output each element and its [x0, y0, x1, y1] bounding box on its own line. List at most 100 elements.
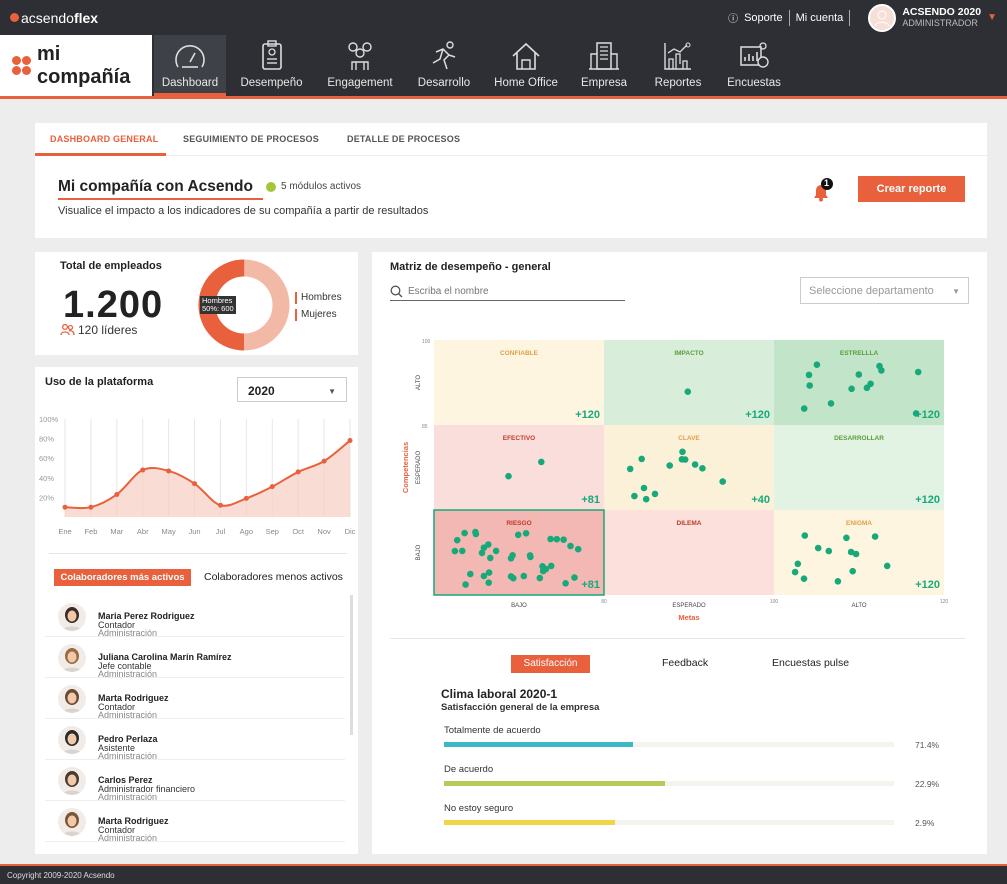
department-select[interactable]: Seleccione departamento ▼	[800, 277, 969, 304]
employee-dot[interactable]	[480, 544, 488, 551]
employee-dot[interactable]	[487, 554, 494, 562]
employee-dot[interactable]	[679, 448, 686, 456]
employee-dot[interactable]	[638, 455, 645, 463]
list-scrollbar[interactable]	[350, 595, 353, 735]
notifications-bell[interactable]: 1	[811, 178, 835, 202]
tab-dashboard-general[interactable]: DASHBOARD GENERAL	[50, 134, 158, 144]
employee-dot[interactable]	[855, 371, 863, 378]
employee-dot[interactable]	[834, 578, 842, 585]
employee-dot[interactable]	[800, 405, 808, 412]
employee-dot[interactable]	[553, 535, 561, 543]
employee-dot[interactable]	[542, 565, 550, 573]
employee-dot[interactable]	[843, 534, 850, 542]
employee-dot[interactable]	[883, 562, 891, 570]
tab-detalle[interactable]: DETALLE DE PROCESOS	[347, 134, 460, 144]
collaborator-row[interactable]: Marta Rodriguez Contador Administración	[45, 678, 345, 720]
help-icon[interactable]: ⓘ	[728, 10, 738, 25]
employee-dot[interactable]	[567, 542, 574, 550]
employee-dot[interactable]	[871, 533, 879, 540]
nav-empresa[interactable]: Empresa	[572, 35, 636, 96]
employee-dot[interactable]	[814, 544, 822, 552]
employee-dot[interactable]	[509, 552, 516, 559]
nav-desempeno[interactable]: Desempeño	[234, 35, 309, 96]
employee-dot[interactable]	[538, 458, 545, 466]
employee-dot[interactable]	[451, 547, 459, 555]
employee-dot[interactable]	[878, 367, 885, 374]
employee-dot[interactable]	[510, 574, 517, 582]
employee-dot[interactable]	[626, 465, 634, 473]
employee-dot[interactable]	[699, 465, 706, 472]
employee-dot[interactable]	[863, 384, 871, 392]
employee-dot[interactable]	[631, 492, 638, 500]
data-point[interactable]	[166, 468, 172, 474]
support-link[interactable]: Soporte	[744, 12, 783, 24]
create-report-button[interactable]: Crear reporte	[858, 176, 965, 202]
data-point[interactable]	[321, 458, 327, 464]
employee-dot[interactable]	[485, 579, 492, 586]
nav-encuestas[interactable]: Encuestas	[720, 35, 788, 96]
data-point[interactable]	[243, 495, 249, 501]
tab-most-active[interactable]: Colaboradores más activos	[54, 569, 191, 586]
data-point[interactable]	[347, 438, 353, 444]
data-point[interactable]	[140, 467, 146, 473]
employee-dot[interactable]	[847, 548, 855, 556]
employee-dot[interactable]	[849, 567, 856, 575]
nav-engagement[interactable]: Engagement	[320, 35, 400, 96]
data-point[interactable]	[192, 481, 198, 487]
employee-dot[interactable]	[571, 574, 578, 581]
employee-dot[interactable]	[562, 580, 569, 587]
employee-dot[interactable]	[462, 581, 469, 588]
employee-dot[interactable]	[505, 472, 512, 480]
employee-dot[interactable]	[492, 547, 500, 555]
employee-dot[interactable]	[461, 529, 468, 537]
employee-dot[interactable]	[800, 575, 808, 582]
account-link[interactable]: Mi cuenta	[796, 12, 844, 24]
employee-dot[interactable]	[806, 382, 813, 389]
data-point[interactable]	[295, 469, 301, 475]
employee-dot[interactable]	[794, 560, 802, 568]
tab-least-active[interactable]: Colaboradores menos activos	[204, 571, 343, 583]
data-point[interactable]	[269, 484, 275, 490]
collaborator-row[interactable]: Maria Perez Rodriguez Contador Administrac…	[45, 596, 345, 638]
employee-dot[interactable]	[684, 388, 692, 395]
employee-dot[interactable]	[527, 553, 534, 561]
employee-dot[interactable]	[813, 361, 821, 368]
employee-dot[interactable]	[827, 400, 835, 407]
tab-pulse-surveys[interactable]: Encuestas pulse	[772, 657, 849, 669]
employee-dot[interactable]	[522, 530, 530, 537]
user-name-block[interactable]: ACSENDO 2020 ADMINISTRADOR	[902, 6, 981, 29]
user-avatar[interactable]	[868, 3, 897, 32]
employee-dot[interactable]	[467, 570, 474, 578]
employee-dot[interactable]	[520, 572, 528, 580]
nav-home-office[interactable]: Home Office	[486, 35, 566, 96]
collaborator-row[interactable]: Marta Rodriguez Contador Administración	[45, 801, 345, 843]
tab-seguimiento[interactable]: SEGUIMIENTO DE PROCESOS	[183, 134, 319, 144]
employee-dot[interactable]	[459, 547, 466, 555]
collaborator-row[interactable]: Carlos Perez Administrador financiero Admi…	[45, 760, 345, 802]
collaborator-row[interactable]: Juliana Carolina Marín Ramírez Jefe conta…	[45, 637, 345, 679]
employee-dot[interactable]	[825, 547, 833, 555]
nav-dashboard[interactable]: Dashboard	[154, 35, 226, 96]
employee-dot[interactable]	[640, 484, 648, 492]
acsendo-logo[interactable]: acsendo flex	[10, 10, 98, 26]
nav-desarrollo[interactable]: Desarrollo	[405, 35, 483, 96]
employee-dot[interactable]	[536, 574, 544, 582]
collaborator-row[interactable]: Pedro Perlaza Asistente Administración	[45, 719, 345, 761]
employee-dot[interactable]	[791, 568, 799, 576]
employee-dot[interactable]	[514, 531, 522, 539]
employee-dot[interactable]	[848, 385, 855, 393]
tab-feedback[interactable]: Feedback	[662, 657, 708, 669]
data-point[interactable]	[62, 504, 68, 510]
nav-reportes[interactable]: Reportes	[643, 35, 713, 96]
employee-dot[interactable]	[681, 456, 689, 463]
search-input[interactable]	[408, 285, 608, 297]
employee-dot[interactable]	[801, 532, 809, 539]
employee-dot[interactable]	[651, 490, 659, 498]
tab-satisfaction[interactable]: Satisfacción	[511, 655, 590, 673]
data-point[interactable]	[217, 502, 223, 508]
employee-dot[interactable]	[719, 478, 726, 485]
employee-dot[interactable]	[547, 535, 554, 543]
employee-dot[interactable]	[480, 572, 488, 580]
year-select[interactable]: 2020 ▼	[237, 377, 347, 402]
employee-dot[interactable]	[666, 462, 673, 469]
